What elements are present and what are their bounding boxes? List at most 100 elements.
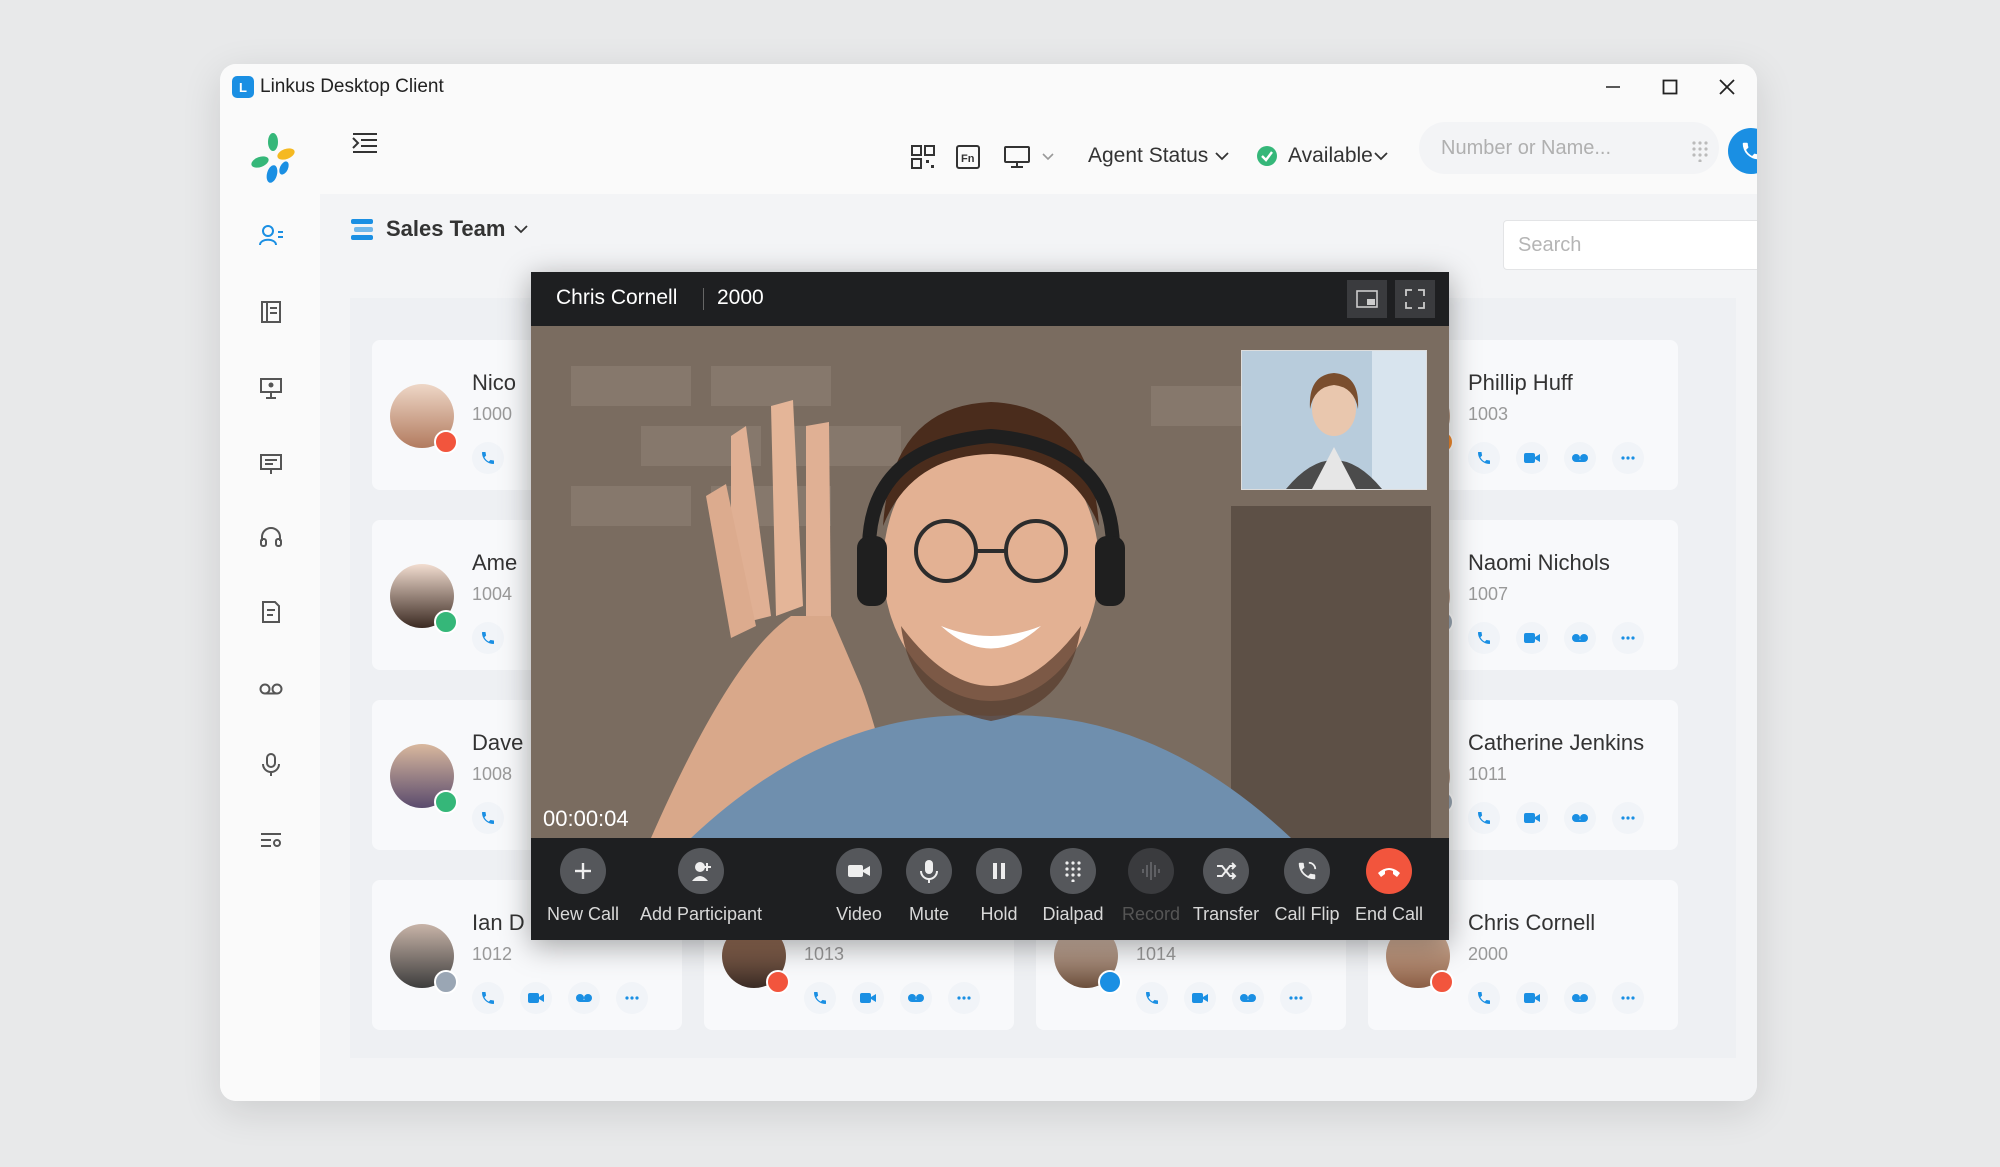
call-flip-icon: [1298, 861, 1317, 880]
voicemail-button[interactable]: [1564, 442, 1596, 474]
audio-call-button[interactable]: [1468, 622, 1500, 654]
more-options-button[interactable]: [1612, 622, 1644, 654]
voicemail-button[interactable]: [568, 982, 600, 1014]
fullscreen-button[interactable]: [1395, 280, 1435, 318]
voicemail-icon: [1572, 994, 1588, 1002]
voicemail-button[interactable]: [1564, 802, 1596, 834]
qr-code-icon: [911, 145, 935, 169]
voicemail-icon: [259, 683, 283, 695]
qr-code-button[interactable]: [910, 144, 936, 170]
sidebar-recordings[interactable]: [257, 750, 285, 778]
caller-number: 2000: [717, 286, 764, 309]
record-label: Record: [1121, 904, 1181, 924]
video-toggle-button[interactable]: Video: [827, 848, 891, 925]
new-call-label: New Call: [546, 904, 620, 924]
dialpad-button[interactable]: [1690, 140, 1710, 167]
add-participant-button[interactable]: Add Participant: [631, 848, 771, 925]
mute-label: Mute: [908, 904, 950, 924]
sidebar-conference[interactable]: [257, 374, 285, 402]
close-button[interactable]: [1697, 64, 1757, 110]
call-flip-button[interactable]: Call Flip: [1267, 848, 1347, 925]
audio-call-button[interactable]: [472, 802, 504, 834]
desk-phone-selector[interactable]: [1003, 144, 1059, 170]
sidebar-contacts[interactable]: [257, 222, 285, 250]
sidebar-phonebook[interactable]: [257, 298, 285, 326]
new-call-button[interactable]: New Call: [545, 848, 621, 925]
sidebar-call-logs[interactable]: [257, 598, 285, 626]
function-keys-button[interactable]: Fn: [955, 144, 981, 170]
video-call-button[interactable]: [1184, 982, 1216, 1014]
video-camera-icon: [860, 993, 876, 1003]
video-camera-icon: [1192, 993, 1208, 1003]
phone-icon: [1478, 452, 1490, 464]
voicemail-button[interactable]: [1564, 622, 1596, 654]
hang-up-icon: [1378, 868, 1400, 877]
picture-in-picture-button[interactable]: [1347, 280, 1387, 318]
place-call-button[interactable]: [1728, 128, 1757, 174]
conference-icon: [260, 378, 282, 399]
status-badge: [766, 970, 790, 994]
audio-call-button[interactable]: [472, 982, 504, 1014]
contact-extension: 1007: [1468, 584, 1509, 604]
video-camera-icon: [1524, 813, 1540, 823]
dialpad-grid-icon: [1692, 141, 1708, 163]
sidebar-wallboard[interactable]: [257, 450, 285, 478]
presence-dropdown[interactable]: Available: [1256, 144, 1389, 168]
audio-call-button[interactable]: [1468, 442, 1500, 474]
more-options-button[interactable]: [1612, 982, 1644, 1014]
video-call-button[interactable]: [1516, 982, 1548, 1014]
video-call-button[interactable]: [852, 982, 884, 1014]
more-options-button[interactable]: [1612, 802, 1644, 834]
presence-label: Available: [1288, 144, 1373, 167]
contact-search-input[interactable]: [1503, 220, 1757, 270]
dialpad-toggle-button[interactable]: Dialpad: [1033, 848, 1113, 925]
video-call-button[interactable]: [1516, 622, 1548, 654]
voicemail-button[interactable]: [900, 982, 932, 1014]
minimize-icon: [1606, 86, 1620, 88]
more-dots-icon: [1289, 996, 1303, 1000]
sidebar-voicemail[interactable]: [257, 674, 285, 702]
self-view-video[interactable]: [1241, 350, 1427, 490]
team-selector[interactable]: Sales Team: [350, 216, 529, 242]
dialpad-grid-icon: [1065, 861, 1081, 882]
record-button[interactable]: Record: [1111, 848, 1191, 925]
fullscreen-icon: [1405, 289, 1425, 309]
contact-name: Ame: [472, 550, 518, 575]
hold-button[interactable]: Hold: [967, 848, 1031, 925]
voicemail-button[interactable]: [1564, 982, 1596, 1014]
contact-extension: 1014: [1136, 944, 1177, 964]
top-bar: Fn Agent Status Available: [320, 110, 1757, 194]
app-icon: L: [232, 76, 254, 98]
transfer-button[interactable]: Transfer: [1185, 848, 1267, 925]
menu-toggle-button[interactable]: [350, 128, 380, 163]
microphone-icon: [920, 860, 938, 883]
more-options-button[interactable]: [1280, 982, 1312, 1014]
agent-status-label: Agent Status: [1088, 144, 1209, 167]
end-call-button[interactable]: End Call: [1349, 848, 1429, 925]
contact-name: Catherine Jenkins: [1468, 730, 1645, 755]
audio-call-button[interactable]: [472, 622, 504, 654]
voicemail-button[interactable]: [1232, 982, 1264, 1014]
minimize-button[interactable]: [1583, 64, 1643, 110]
phone-icon: [482, 452, 494, 464]
voicemail-icon: [1572, 814, 1588, 822]
call-logs-icon: [262, 601, 280, 623]
agent-status-dropdown[interactable]: Agent Status: [1088, 144, 1230, 168]
more-options-button[interactable]: [616, 982, 648, 1014]
audio-call-button[interactable]: [1136, 982, 1168, 1014]
microphone-icon: [262, 753, 280, 776]
mute-button[interactable]: Mute: [897, 848, 961, 925]
audio-call-button[interactable]: [1468, 982, 1500, 1014]
more-options-button[interactable]: [1612, 442, 1644, 474]
video-call-button[interactable]: [1516, 442, 1548, 474]
sidebar-call-center[interactable]: [257, 524, 285, 552]
video-call-button[interactable]: [520, 982, 552, 1014]
video-call-button[interactable]: [1516, 802, 1548, 834]
dial-input[interactable]: [1419, 122, 1719, 174]
audio-call-button[interactable]: [804, 982, 836, 1014]
maximize-button[interactable]: [1640, 64, 1700, 110]
audio-call-button[interactable]: [472, 442, 504, 474]
audio-call-button[interactable]: [1468, 802, 1500, 834]
sidebar-settings[interactable]: [257, 826, 285, 854]
more-options-button[interactable]: [948, 982, 980, 1014]
